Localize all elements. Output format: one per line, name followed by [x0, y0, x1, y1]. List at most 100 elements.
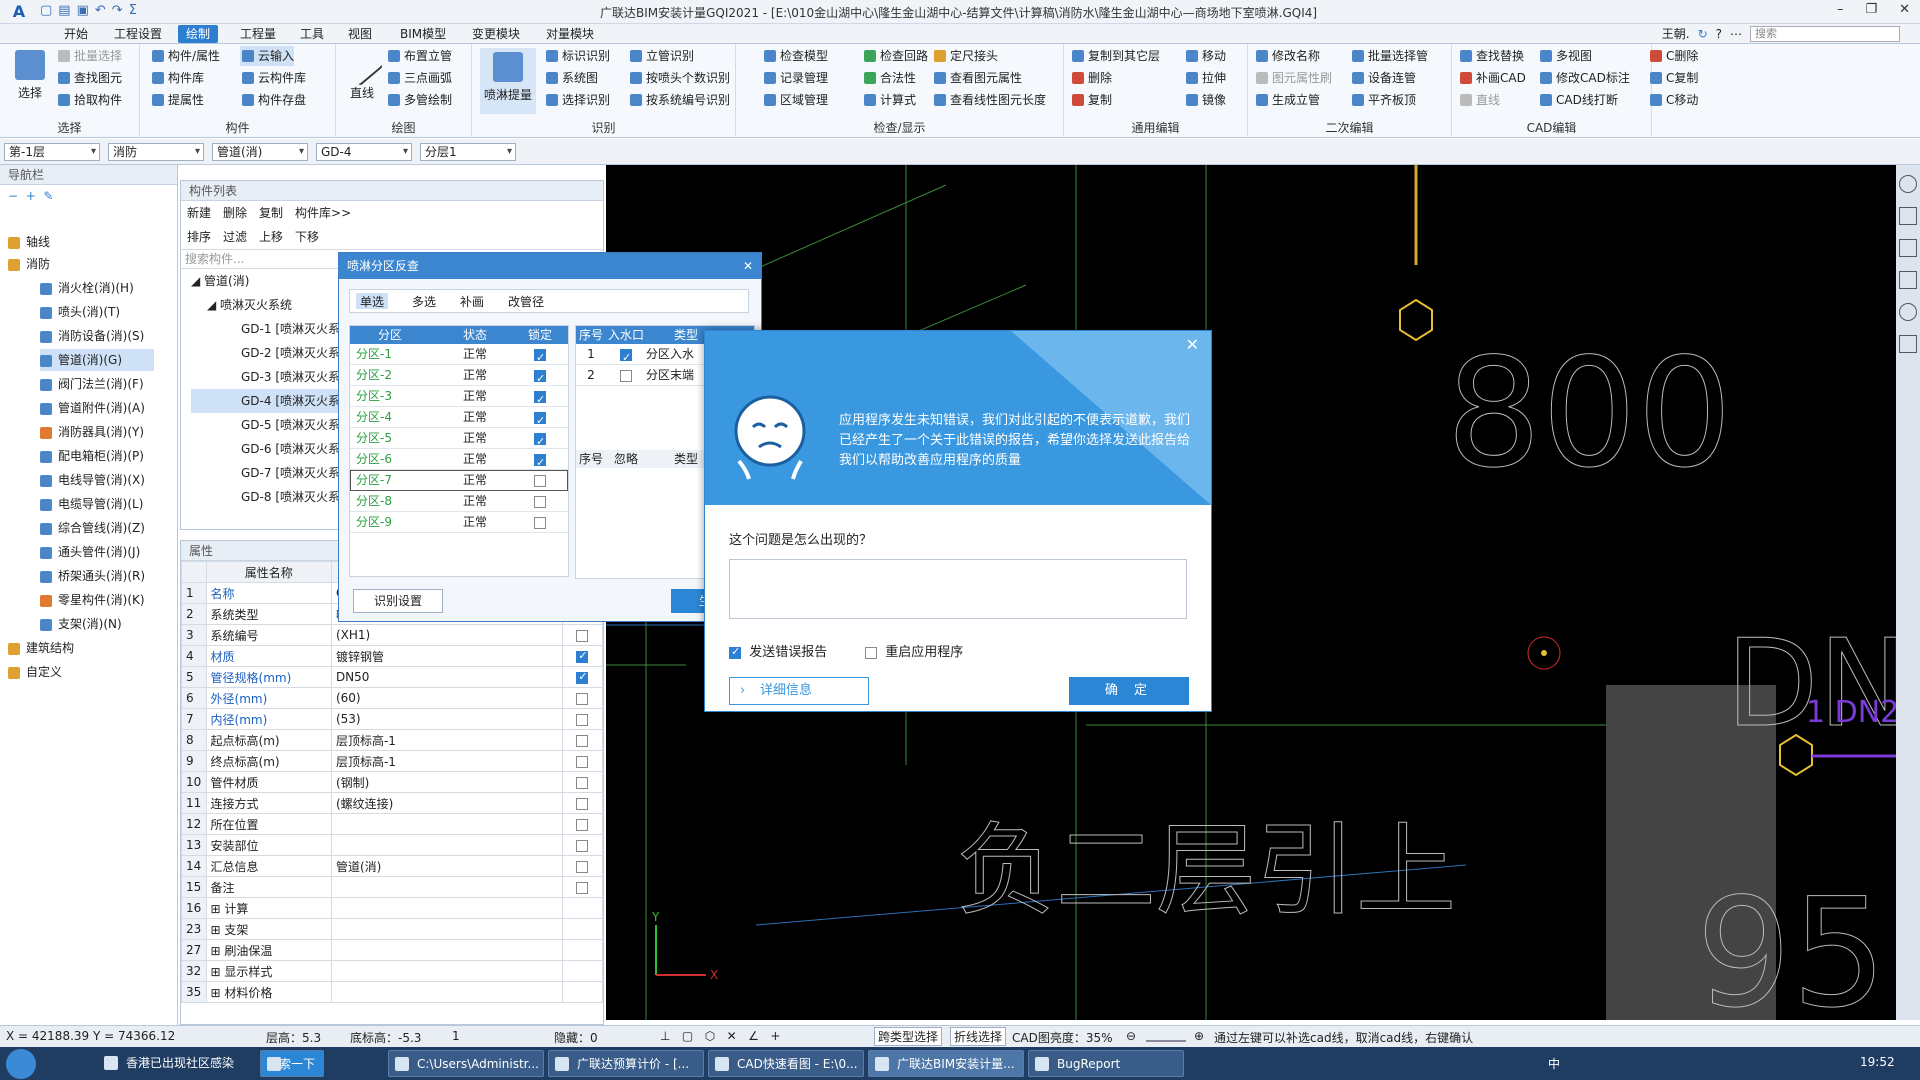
property-checkbox[interactable] [576, 755, 589, 768]
restore-icon[interactable]: ❐ [1865, 2, 1877, 17]
tab-change-module[interactable]: 变更模块 [464, 25, 528, 43]
riser-identify-button[interactable]: 立管识别 [628, 46, 694, 66]
zone-row[interactable]: 分区-7 正常 [350, 470, 568, 491]
property-value[interactable] [330, 939, 563, 961]
property-row[interactable]: 9 终点标高(m) 层顶标高-1 [181, 750, 604, 772]
cube-icon[interactable]: ⬡ [705, 1029, 715, 1043]
close-icon[interactable]: ✕ [743, 253, 753, 279]
zone-lock-checkbox[interactable] [534, 516, 546, 529]
property-value[interactable] [330, 981, 563, 1003]
tab-quantity[interactable]: 工程量 [232, 25, 284, 43]
record-manage-button[interactable]: 记录管理 [762, 68, 828, 88]
property-row[interactable]: 35 ⊞ 材料价格 [181, 981, 604, 1003]
move-down-button[interactable]: 下移 [295, 228, 319, 246]
taskbar-item-news[interactable]: 香港已出现社区感染 [98, 1050, 258, 1077]
snap-icon[interactable]: ▢ [682, 1029, 693, 1043]
zone-lock-checkbox[interactable] [534, 347, 546, 368]
property-value[interactable]: 层顶标高-1 [330, 750, 563, 772]
cad-move-button[interactable]: C移动 [1648, 90, 1698, 110]
flush-slab-top-button[interactable]: 平齐板顶 [1350, 90, 1416, 110]
rename-button[interactable]: 修改名称 [1254, 46, 1320, 66]
property-value[interactable]: (53) [330, 708, 563, 730]
fixed-joint-button[interactable]: 定尺接头 [932, 46, 998, 66]
cad-copy-button[interactable]: C复制 [1648, 68, 1698, 88]
nav-item-tray-fitting[interactable]: 桥架通头(消)(R) [40, 565, 145, 587]
zone-row[interactable]: 分区-2 正常 [350, 365, 568, 389]
property-value[interactable]: 管道(消) [330, 855, 563, 877]
zone-lock-checkbox[interactable] [534, 410, 546, 431]
component-property-button[interactable]: 构件/属性 [150, 46, 220, 66]
cloud-input-button[interactable]: 云输入 [240, 46, 295, 66]
zone-lock-checkbox[interactable] [534, 495, 546, 508]
property-value[interactable]: (钢制) [330, 771, 563, 793]
nav-item-pipe[interactable]: 管道(消)(G) [40, 349, 154, 371]
new-file-icon[interactable]: ▢ [40, 3, 52, 21]
nav-item-distribution-box[interactable]: 配电箱柜(消)(P) [40, 445, 144, 467]
nav-item-custom[interactable]: 自定义 [8, 661, 62, 683]
zone-lock-checkbox[interactable] [534, 368, 546, 389]
more-icon[interactable]: ⋯ [1730, 27, 1742, 41]
copy-component-button[interactable]: 复制 [259, 204, 283, 222]
polyline-select-button[interactable]: 折线选择 [950, 1027, 1007, 1046]
formula-button[interactable]: 计算式 [862, 90, 916, 110]
mirror-button[interactable]: 镜像 [1184, 90, 1226, 110]
zone-lock-checkbox[interactable] [534, 474, 546, 487]
redo-icon[interactable]: ↷ [112, 3, 123, 21]
check-loop-button[interactable]: 检查回路 [862, 46, 928, 66]
property-checkbox[interactable] [576, 713, 589, 726]
zone-row[interactable]: 分区-4 正常 [350, 407, 568, 431]
property-row[interactable]: 32 ⊞ 显示样式 [181, 960, 604, 982]
property-value[interactable]: (XH1) [330, 624, 563, 646]
zone-row[interactable]: 分区-8 正常 [350, 491, 568, 512]
nav-item-bracket[interactable]: 支架(消)(N) [40, 613, 122, 635]
property-row[interactable]: 6 外径(mm) (60) [181, 687, 604, 709]
taskbar-item-cad-viewer[interactable]: CAD快速看图 - E:\0... [708, 1050, 864, 1077]
nav-item-fire[interactable]: 消防 [8, 253, 50, 275]
zone-row[interactable]: 分区-9 正常 [350, 512, 568, 533]
tab-tools[interactable]: 工具 [292, 25, 332, 43]
restart-app-checkbox[interactable]: 重启应用程序 [865, 641, 963, 660]
by-system-number-button[interactable]: 按系统编号识别 [628, 90, 730, 110]
ok-button[interactable]: 确 定 [1069, 677, 1189, 705]
property-row[interactable]: 3 系统编号 (XH1) [181, 624, 604, 646]
tab-project-settings[interactable]: 工程设置 [106, 25, 170, 43]
taskbar-item-pricing[interactable]: 广联达预算计价 - [... [548, 1050, 704, 1077]
property-value[interactable]: 层顶标高-1 [330, 729, 563, 751]
property-checkbox[interactable] [576, 797, 589, 810]
error-description-input[interactable] [729, 559, 1187, 619]
sort-button[interactable]: 排序 [187, 228, 211, 246]
brightness-increase-icon[interactable]: ⊕ [1194, 1029, 1204, 1043]
find-replace-button[interactable]: 查找替换 [1458, 46, 1524, 66]
help-icon[interactable]: ? [1716, 27, 1722, 41]
delete-component-button[interactable]: 删除 [223, 204, 247, 222]
restart-app-check[interactable] [865, 646, 877, 659]
zone-lock-checkbox[interactable] [534, 452, 546, 473]
taskbar-item-gqi[interactable]: 广联达BIM安装计量... [868, 1050, 1024, 1077]
nav-item-fitting[interactable]: 通头管件(消)(J) [40, 541, 140, 563]
view-line-length-button[interactable]: 查看线性图元长度 [932, 90, 1046, 110]
nav-item-wire-conduit[interactable]: 电线导管(消)(X) [40, 469, 145, 491]
property-checkbox[interactable] [576, 629, 589, 642]
label-identify-button[interactable]: 标识识别 [544, 46, 610, 66]
property-value[interactable]: (60) [330, 687, 563, 709]
send-report-check[interactable] [729, 645, 741, 659]
zone-row[interactable]: 分区-3 正常 [350, 386, 568, 410]
span-type-select-button[interactable]: 跨类型选择 [874, 1027, 943, 1046]
property-checkbox[interactable] [576, 860, 589, 873]
3d-view-icon[interactable] [1899, 207, 1917, 225]
user-name[interactable]: 王朝. [1662, 25, 1690, 42]
change-diameter-button[interactable]: 改管径 [508, 293, 544, 309]
place-riser-button[interactable]: 布置立管 [386, 46, 452, 66]
send-report-checkbox[interactable]: 发送错误报告 [729, 641, 827, 660]
nav-item-valve[interactable]: 阀门法兰(消)(F) [40, 373, 144, 395]
property-row[interactable]: 16 ⊞ 计算 [181, 897, 604, 919]
tab-view[interactable]: 视图 [340, 25, 380, 43]
ortho-icon[interactable]: ⊥ [660, 1029, 670, 1043]
batch-select-pipe-button[interactable]: 批量选择管 [1350, 46, 1428, 66]
property-row[interactable]: 27 ⊞ 刷油保温 [181, 939, 604, 961]
nav-item-fire-equipment[interactable]: 消防设备(消)(S) [40, 325, 144, 347]
delete-button[interactable]: 删除 [1070, 68, 1112, 88]
tab-bim-model[interactable]: BIM模型 [392, 25, 454, 43]
property-value[interactable] [330, 918, 563, 940]
rotate-icon[interactable] [1899, 303, 1917, 321]
